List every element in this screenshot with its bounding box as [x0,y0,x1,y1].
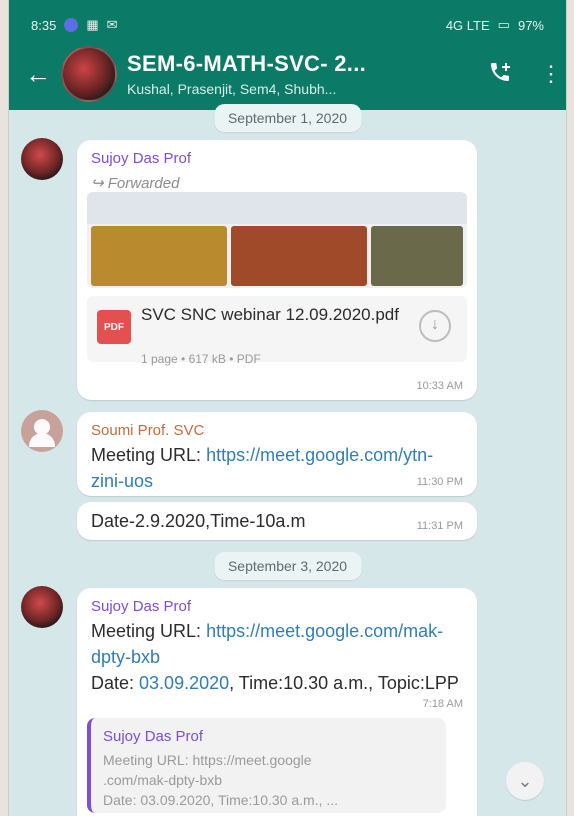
message-time: 11:31 PM [416,520,463,532]
pdf-block-right [371,226,463,286]
forwarded-label: ↪ Forwarded [91,174,179,192]
quoted-line-3: Date: 03.09.2020, Time:10.30 a.m., ... [103,792,339,808]
pdf-file-icon: PDF [97,310,131,344]
header-actions: ⋮ [488,60,562,89]
pdf-preview-image[interactable] [87,192,467,288]
download-button[interactable]: ↓ [419,310,451,342]
sender-name: Soumi Prof. SVC [91,422,205,439]
message-text: Meeting URL: https://meet.google.com/ytn… [91,442,463,494]
gallery-icon: ▦ [86,17,99,32]
group-info[interactable]: SEM-6-MATH-SVC- 2... Kushal, Prasenjit, … [127,51,476,97]
message-bubble-3[interactable]: Date-2.9.2020,Time-10a.m 11:31 PM [77,502,477,540]
chevrons-down-icon: ⌄ [517,771,533,791]
sender-name: Sujoy Das Prof [91,150,192,167]
status-time: 8:35 [31,17,57,33]
status-left: 8:35 ▦ ✉ [31,17,118,33]
sender-avatar[interactable] [21,410,63,452]
forwarded-text: Forwarded [107,175,180,192]
quoted-line-2: .com/mak-dpty-bxb [103,772,223,788]
message-text: Meeting URL: https://meet.google.com/mak… [91,618,463,696]
message-bubble-2[interactable]: Soumi Prof. SVC Meeting URL: https://mee… [77,412,477,496]
battery-icon: ▭ [497,17,510,32]
pdf-metadata: 1 page • 617 kB • PDF [141,352,261,366]
message-time: 7:18 AM [422,698,463,710]
sender-avatar[interactable] [21,586,63,628]
status-right: 4G LTE ▭ 97% [446,17,544,33]
arrow-left-icon: ← [25,58,51,89]
group-avatar[interactable] [61,46,117,102]
pdf-attachment[interactable]: PDF SVC SNC webinar 12.09.2020.pdf 1 pag… [87,296,467,366]
battery-level: 97% [517,17,544,33]
quoted-message[interactable]: Sujoy Das Prof Meeting URL: https://meet… [87,718,446,813]
message-prefix: Meeting URL: [91,621,207,641]
back-button[interactable]: ← [25,59,53,90]
date-prefix: Date: [91,673,140,693]
pdf-header-strip [87,192,467,224]
message-time: 11:30 PM [416,476,463,488]
quoted-text: Meeting URL: https://meet.google .com/ma… [103,750,434,810]
add-call-icon [491,62,510,81]
messages-icon: ✉ [106,17,118,32]
app-bar: 8:35 ▦ ✉ 4G LTE ▭ 97% ← SEM-6-MATH-SVC- … [9,0,566,110]
sender-name: Sujoy Das Prof [91,598,192,615]
date-separator-sep2: September 3, 2020 [213,552,362,580]
network-indicator: 4G LTE [445,17,490,33]
message-bubble-4[interactable]: Sujoy Das Prof Meeting URL: https://meet… [77,588,477,816]
message-time: 10:33 AM [416,380,463,392]
date-link[interactable]: 03.09.2020 [139,673,229,693]
whatsapp-chat-window: 8:35 ▦ ✉ 4G LTE ▭ 97% ← SEM-6-MATH-SVC- … [8,0,567,816]
download-icon: ↓ [431,316,439,333]
pdf-filename: SVC SNC webinar 12.09.2020.pdf [141,305,399,324]
chat-header: ← SEM-6-MATH-SVC- 2... Kushal, Prasenjit… [25,46,562,102]
message-prefix: Meeting URL: [91,445,207,465]
forward-arrow-icon: ↪ [91,175,104,192]
chat-area[interactable]: September 1, 2020 Sujoy Das Prof ↪ Forwa… [9,104,566,816]
pdf-block-left [91,226,227,286]
quoted-sender: Sujoy Das Prof [103,728,204,745]
message-text: Date-2.9.2020,Time-10a.m [91,511,306,531]
more-options-button[interactable]: ⋮ [540,63,562,85]
app-notification-icon [64,18,79,32]
group-members: Kushal, Prasenjit, Sem4, Shubh... [127,81,337,97]
date-separator-sep1: September 1, 2020 [213,104,362,132]
pdf-block-middle [231,226,367,286]
sender-avatar[interactable] [21,138,63,180]
more-vertical-icon: ⋮ [540,61,562,86]
add-call-button[interactable] [488,60,512,89]
group-title: SEM-6-MATH-SVC- 2... [127,51,367,76]
status-bar: 8:35 ▦ ✉ 4G LTE ▭ 97% [31,14,544,36]
message-bubble-1[interactable]: Sujoy Das Prof ↪ Forwarded PDF SVC SNC w… [77,140,477,400]
scroll-down-button[interactable]: ⌄ [506,762,544,800]
time-topic-text: , Time:10.30 a.m., Topic:LPP [229,673,459,693]
quoted-line-1: Meeting URL: https://meet.google [103,752,312,768]
